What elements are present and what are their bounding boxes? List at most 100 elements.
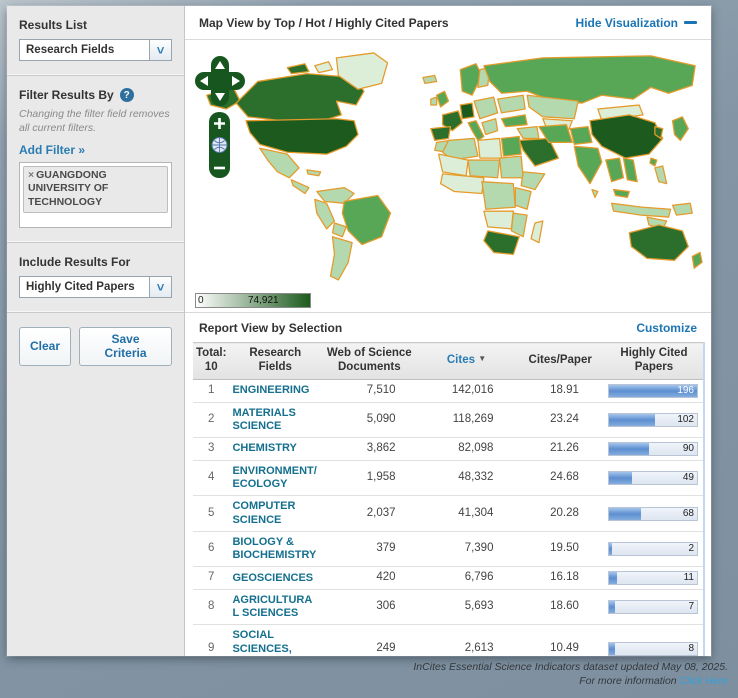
map-country[interactable]: [331, 237, 353, 280]
column-header-wos-documents[interactable]: Web of Science Documents: [321, 343, 417, 380]
map-pan-control[interactable]: [195, 56, 245, 106]
map-country[interactable]: [474, 97, 498, 119]
map-country[interactable]: [431, 127, 451, 141]
research-field-link[interactable]: SOCIAL SCIENCES, GENERAL: [232, 629, 318, 656]
map-country[interactable]: [431, 97, 437, 105]
research-field-link[interactable]: AGRICULTURAL SCIENCES: [232, 594, 318, 620]
highly-cited-bar[interactable]: 11: [608, 571, 698, 585]
column-header-cites[interactable]: Cites ▼: [418, 343, 516, 380]
map-zoom-control[interactable]: [209, 112, 230, 178]
map-country[interactable]: [623, 158, 637, 182]
highly-cited-bar[interactable]: 68: [608, 507, 698, 521]
include-results-label: Include Results For: [19, 255, 172, 269]
row-cites: 48,332: [418, 460, 516, 495]
map-country[interactable]: [291, 180, 309, 194]
click-here-link[interactable]: Click Here: [680, 675, 728, 687]
map-country[interactable]: [437, 91, 449, 107]
map-country[interactable]: [315, 199, 335, 228]
highly-cited-bar[interactable]: 102: [608, 413, 698, 427]
column-header-highly-cited-papers[interactable]: Highly Cited Papers: [605, 343, 704, 380]
map-country[interactable]: [460, 103, 474, 119]
map-country[interactable]: [531, 221, 543, 243]
table-row: 9SOCIAL SCIENCES, GENERAL2492,61310.498: [193, 625, 704, 656]
hide-visualization-link[interactable]: Hide Visualization: [576, 16, 697, 30]
row-highly-cited: 7: [605, 590, 704, 625]
map-country[interactable]: [482, 182, 515, 210]
map-country[interactable]: [592, 190, 598, 198]
report-table-container: Total:10 Research Fields Web of Science …: [185, 342, 711, 656]
map-country[interactable]: [614, 190, 630, 198]
map-country[interactable]: [570, 127, 592, 145]
highly-cited-bar[interactable]: 196: [608, 384, 698, 398]
research-field-link[interactable]: COMPUTER SCIENCE: [232, 500, 318, 526]
highly-cited-bar[interactable]: 49: [608, 471, 698, 485]
map-country[interactable]: [629, 225, 688, 260]
table-row: 3CHEMISTRY3,86282,09821.2690: [193, 437, 704, 460]
research-field-link[interactable]: MATERIALS SCIENCE: [232, 407, 318, 433]
add-filter-link[interactable]: Add Filter »: [19, 143, 85, 157]
row-highly-cited: 68: [605, 496, 704, 531]
research-field-link[interactable]: ENGINEERING: [232, 384, 318, 397]
research-field-link[interactable]: GEOSCIENCES: [232, 572, 318, 585]
highly-cited-bar[interactable]: 2: [608, 542, 698, 556]
column-header-research-fields[interactable]: Research Fields: [229, 343, 321, 380]
map-country[interactable]: [612, 203, 671, 217]
map-country[interactable]: [521, 172, 545, 190]
map-country[interactable]: [511, 213, 527, 237]
map-country[interactable]: [500, 156, 524, 178]
map-controls: [195, 56, 245, 180]
table-row: 1ENGINEERING7,510142,01618.91196: [193, 379, 704, 402]
map-country[interactable]: [606, 158, 624, 182]
map-country[interactable]: [342, 195, 390, 244]
map-country[interactable]: [315, 62, 333, 73]
row-docs: 306: [321, 590, 417, 625]
map-country[interactable]: [655, 166, 667, 184]
clear-button[interactable]: Clear: [19, 327, 71, 366]
highly-cited-bar[interactable]: 90: [608, 442, 698, 456]
research-field-link[interactable]: ENVIRONMENT/ECOLOGY: [232, 465, 318, 491]
map-country[interactable]: [423, 76, 437, 84]
map-country[interactable]: [478, 138, 502, 158]
map-country[interactable]: [498, 95, 526, 113]
map-country[interactable]: [650, 158, 657, 166]
map-country[interactable]: [482, 119, 498, 135]
map-country[interactable]: [484, 231, 519, 255]
row-docs: 2,037: [321, 496, 417, 531]
include-results-select[interactable]: Highly Cited Papers ˅: [19, 276, 172, 298]
world-map[interactable]: [189, 44, 705, 284]
map-country[interactable]: [484, 211, 513, 229]
sidebar-buttons: Clear Save Criteria: [7, 313, 184, 380]
map-country[interactable]: [673, 117, 689, 141]
remove-filter-icon[interactable]: ×: [28, 169, 34, 181]
map-country[interactable]: [517, 127, 539, 139]
map-country[interactable]: [574, 146, 602, 183]
map-country[interactable]: [287, 64, 309, 74]
bar-fill: [609, 601, 615, 613]
research-field-link[interactable]: CHEMISTRY: [232, 442, 318, 455]
map-country[interactable]: [441, 174, 484, 194]
map-country[interactable]: [502, 115, 528, 127]
help-icon[interactable]: ?: [120, 88, 134, 102]
map-country[interactable]: [307, 170, 321, 176]
row-cites-per-paper: 18.60: [515, 590, 604, 625]
map-country[interactable]: [502, 136, 522, 156]
map-country[interactable]: [236, 74, 364, 123]
map-country[interactable]: [673, 203, 693, 215]
highly-cited-bar[interactable]: 8: [608, 642, 698, 656]
map-country[interactable]: [468, 121, 484, 141]
report-table-body: 1ENGINEERING7,510142,01618.91196 2 MATERIA…: [193, 379, 704, 656]
research-field-link[interactable]: BIOLOGY & BIOCHEMISTRY: [232, 536, 318, 562]
map-country[interactable]: [515, 188, 531, 210]
bar-fill: [609, 443, 650, 455]
column-header-cites-per-paper[interactable]: Cites/Paper: [515, 343, 604, 380]
map-country[interactable]: [692, 252, 702, 268]
results-list-select[interactable]: Research Fields ˅: [19, 39, 172, 61]
row-field: AGRICULTURAL SCIENCES: [229, 590, 321, 625]
map-country[interactable]: [332, 223, 346, 237]
highly-cited-bar[interactable]: 7: [608, 600, 698, 614]
customize-link[interactable]: Customize: [636, 321, 697, 335]
row-field: CHEMISTRY: [229, 437, 321, 460]
map-country[interactable]: [590, 115, 663, 158]
save-criteria-button[interactable]: Save Criteria: [79, 327, 172, 366]
map-country[interactable]: [468, 160, 499, 178]
